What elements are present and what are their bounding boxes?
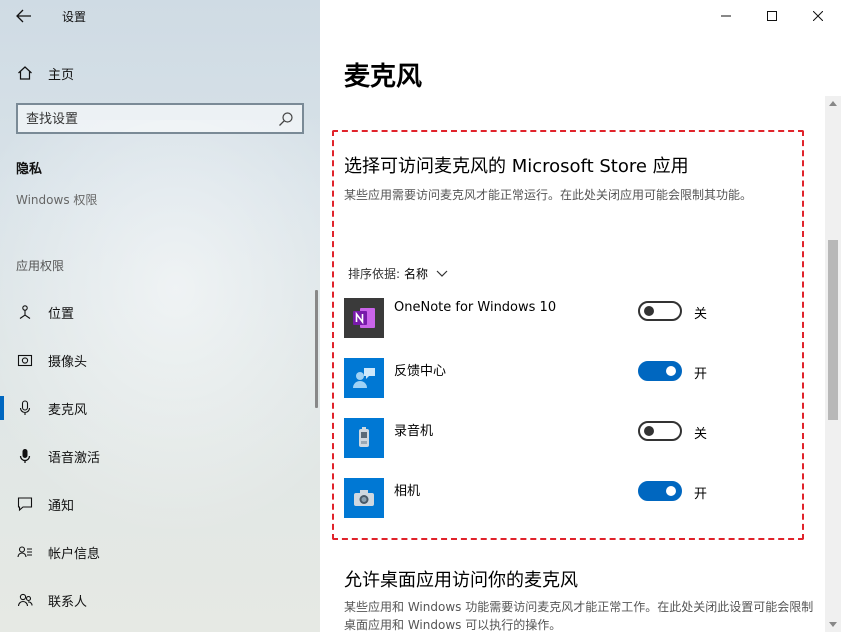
toggle-knob	[666, 486, 676, 496]
app-name: 相机	[394, 484, 421, 499]
toggle-knob	[644, 426, 654, 436]
sidebar-item-label: 语音激活	[48, 450, 101, 466]
toggle-state-label: 开	[694, 367, 708, 382]
toggle-state-label: 开	[694, 487, 708, 502]
account-info-icon	[16, 543, 34, 561]
sort-value: 名称	[404, 267, 429, 281]
onenote-microphone-toggle[interactable]	[638, 301, 682, 321]
sidebar-item-label: 通知	[48, 498, 75, 514]
sidebar-item-label: 联系人	[48, 594, 88, 610]
home-icon	[16, 64, 34, 82]
group-label-app-permissions: 应用权限	[16, 259, 65, 273]
selection-indicator	[0, 396, 4, 420]
desktop-apps-section-description: 某些应用和 Windows 功能需要访问麦克风才能正常工作。在此处关闭此设置可能…	[344, 600, 814, 632]
search-icon[interactable]	[278, 111, 294, 127]
main-content: 麦克风 选择可访问麦克风的 Microsoft Store 应用 某些应用需要访…	[320, 0, 841, 632]
contacts-icon	[16, 591, 34, 609]
sidebar-item-voice-activation[interactable]: 语音激活	[0, 432, 320, 480]
page-title: 麦克风	[344, 62, 423, 92]
app-row-camera: 相机 开	[344, 478, 784, 518]
close-button[interactable]	[795, 0, 841, 32]
app-row-feedback-hub: 反馈中心 开	[344, 358, 784, 398]
sidebar-item-microphone[interactable]: 麦克风	[0, 384, 320, 432]
app-tile-feedback-hub	[344, 358, 384, 398]
minimize-icon	[721, 15, 731, 17]
toggle-knob	[644, 306, 654, 316]
search-box[interactable]	[16, 103, 304, 134]
voice-activation-icon	[16, 447, 34, 465]
sidebar-item-label: 摄像头	[48, 354, 88, 370]
app-row-voice-recorder: 录音机 关	[344, 418, 784, 458]
store-apps-section-description: 某些应用需要访问麦克风才能正常运行。在此处关闭应用可能会限制其功能。	[344, 188, 753, 202]
back-arrow-icon	[16, 9, 31, 23]
app-name: 录音机	[394, 424, 434, 439]
sidebar-item-label: 帐户信息	[48, 546, 101, 562]
location-icon	[16, 303, 34, 321]
sidebar-nav-list: 位置 摄像头 麦克风 语音激活 通知 帐户信息 联系人	[0, 288, 320, 624]
toggle-state-label: 关	[694, 307, 708, 322]
app-name: OneNote for Windows 10	[394, 300, 557, 315]
camera-microphone-toggle[interactable]	[638, 481, 682, 501]
notification-icon	[16, 495, 34, 513]
section-heading-privacy: 隐私	[16, 162, 43, 177]
voice-recorder-microphone-toggle[interactable]	[638, 421, 682, 441]
toggle-state-label: 关	[694, 427, 708, 442]
store-apps-section-title: 选择可访问麦克风的 Microsoft Store 应用	[344, 156, 689, 177]
app-name: 反馈中心	[394, 364, 447, 379]
app-title: 设置	[62, 10, 87, 24]
maximize-button[interactable]	[749, 0, 795, 32]
scroll-down-arrow-icon[interactable]	[829, 622, 837, 628]
camera-icon	[16, 351, 34, 369]
sidebar-item-label: 麦克风	[48, 402, 88, 418]
minimize-button[interactable]	[703, 0, 749, 32]
sort-dropdown[interactable]: 排序依据: 名称	[348, 265, 448, 282]
camera-app-icon	[354, 490, 374, 506]
maximize-icon	[767, 11, 777, 21]
toggle-knob	[666, 366, 676, 376]
sort-label: 排序依据:	[348, 267, 401, 281]
sidebar-item-label: 主页	[48, 67, 75, 83]
sidebar-item-home[interactable]: 主页	[0, 56, 320, 90]
search-input[interactable]	[26, 110, 276, 128]
window-controls	[703, 0, 841, 32]
sidebar: 设置 主页 隐私 Windows 权限 应用权限 位置 摄像头	[0, 0, 320, 632]
feedback-hub-icon	[353, 368, 375, 388]
chevron-down-icon	[436, 270, 448, 278]
app-tile-onenote	[344, 298, 384, 338]
group-label-windows-permissions: Windows 权限	[16, 194, 98, 207]
sidebar-item-location[interactable]: 位置	[0, 288, 320, 336]
title-bar: 设置	[0, 0, 320, 32]
sidebar-item-notifications[interactable]: 通知	[0, 480, 320, 528]
sidebar-scrollbar[interactable]	[315, 290, 318, 408]
sidebar-item-camera[interactable]: 摄像头	[0, 336, 320, 384]
microphone-icon	[16, 399, 34, 417]
desktop-apps-section-title: 允许桌面应用访问你的麦克风	[344, 570, 578, 591]
close-icon	[813, 11, 823, 21]
sidebar-item-contacts[interactable]: 联系人	[0, 576, 320, 624]
sidebar-item-account-info[interactable]: 帐户信息	[0, 528, 320, 576]
scrollbar-thumb[interactable]	[828, 240, 838, 420]
app-tile-voice-recorder	[344, 418, 384, 458]
scroll-up-arrow-icon[interactable]	[829, 100, 837, 106]
sidebar-item-label: 位置	[48, 306, 75, 322]
app-tile-camera	[344, 478, 384, 518]
back-button[interactable]	[10, 4, 38, 28]
content-scrollbar[interactable]	[825, 96, 841, 632]
onenote-icon	[353, 308, 375, 328]
voice-recorder-icon	[359, 427, 369, 447]
app-row-onenote: OneNote for Windows 10 关	[344, 298, 784, 338]
feedback-hub-microphone-toggle[interactable]	[638, 361, 682, 381]
